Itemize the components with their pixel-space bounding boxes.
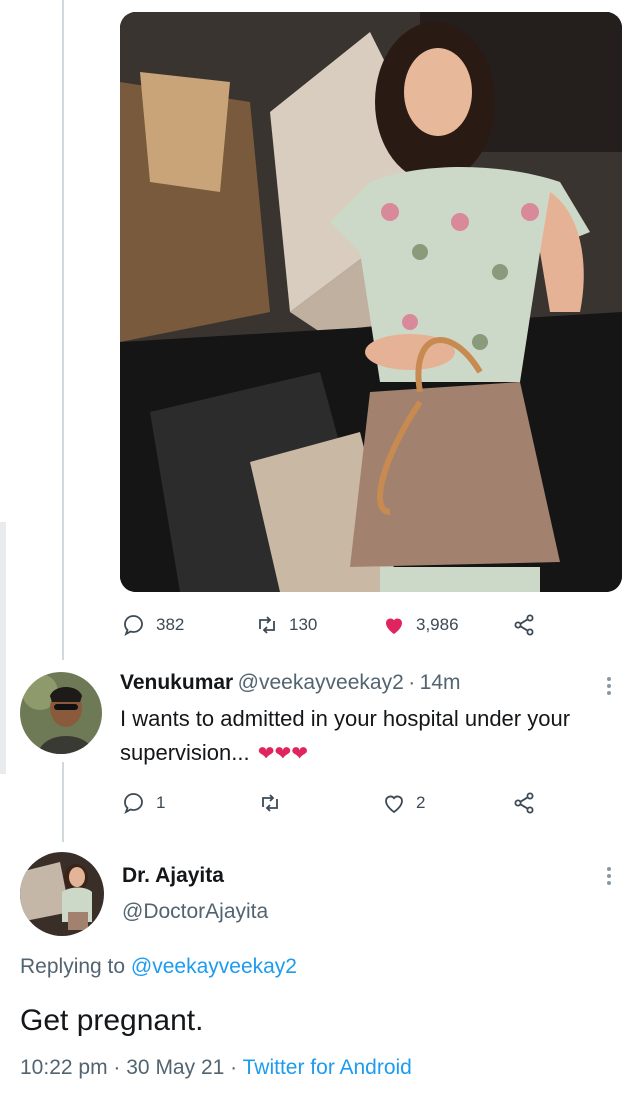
tweet-actions: 382 130 3,986 <box>0 612 640 638</box>
tweet-date: 30 May 21 <box>126 1056 225 1079</box>
reply-icon <box>124 615 143 636</box>
tweet-photo[interactable] <box>120 12 622 592</box>
like-button[interactable]: 2 <box>382 791 425 815</box>
author-name-block: Dr. Ajayita @DoctorAjayita <box>122 864 268 924</box>
timestamp: 14m <box>419 671 461 694</box>
reply-text: I wants to admitted in your hospital und… <box>120 702 630 771</box>
user-handle[interactable]: @DoctorAjayita <box>122 900 268 924</box>
tweet-text: Get pregnant. <box>20 1004 204 1037</box>
tweet-meta: 10:22 pm · 30 May 21 · Twitter for Andro… <box>20 1056 412 1080</box>
tweet-source-link[interactable]: Twitter for Android <box>243 1056 412 1079</box>
retweet-icon <box>262 794 278 812</box>
avatar[interactable] <box>20 672 102 754</box>
reply-actions: 1 2 <box>0 790 640 816</box>
display-name[interactable]: Venukumar <box>120 671 233 694</box>
replying-to: Replying to @veekayveekay2 <box>20 955 297 979</box>
replying-label: Replying to <box>20 955 126 978</box>
heart-emoji: ❤❤❤ <box>257 743 309 765</box>
reply-button[interactable]: 382 <box>122 613 184 637</box>
retweet-button[interactable] <box>258 791 282 815</box>
reply-count: 382 <box>156 615 185 634</box>
share-icon <box>514 792 534 814</box>
reply-header: Venukumar @veekayveekay2 · 14m <box>120 671 461 695</box>
share-button[interactable] <box>512 613 536 637</box>
reply-icon <box>124 793 143 814</box>
display-name[interactable]: Dr. Ajayita <box>122 864 268 888</box>
share-icon <box>514 614 534 636</box>
retweet-count: 130 <box>289 615 318 634</box>
avatar[interactable] <box>20 852 104 936</box>
thread-line <box>62 0 64 660</box>
more-icon[interactable] <box>603 674 615 698</box>
like-button[interactable]: 3,986 <box>382 613 459 637</box>
heart-icon <box>385 795 403 814</box>
tweet-time: 10:22 pm <box>20 1056 108 1079</box>
separator: · <box>408 671 416 694</box>
reply-button[interactable]: 1 <box>122 791 165 815</box>
like-count: 3,986 <box>416 615 459 634</box>
reply-count: 1 <box>156 793 166 812</box>
heart-icon <box>386 618 402 634</box>
retweet-icon <box>259 616 275 634</box>
edge-bar <box>0 522 6 774</box>
share-button[interactable] <box>512 791 536 815</box>
replying-handle-link[interactable]: @veekayveekay2 <box>131 955 297 978</box>
retweet-button[interactable]: 130 <box>255 613 317 637</box>
separator: · <box>230 1056 238 1079</box>
separator: · <box>113 1056 121 1079</box>
more-icon[interactable] <box>603 864 615 888</box>
user-handle[interactable]: @veekayveekay2 <box>238 671 404 694</box>
like-count: 2 <box>416 793 426 812</box>
reply-body: I wants to admitted in your hospital und… <box>120 706 571 765</box>
